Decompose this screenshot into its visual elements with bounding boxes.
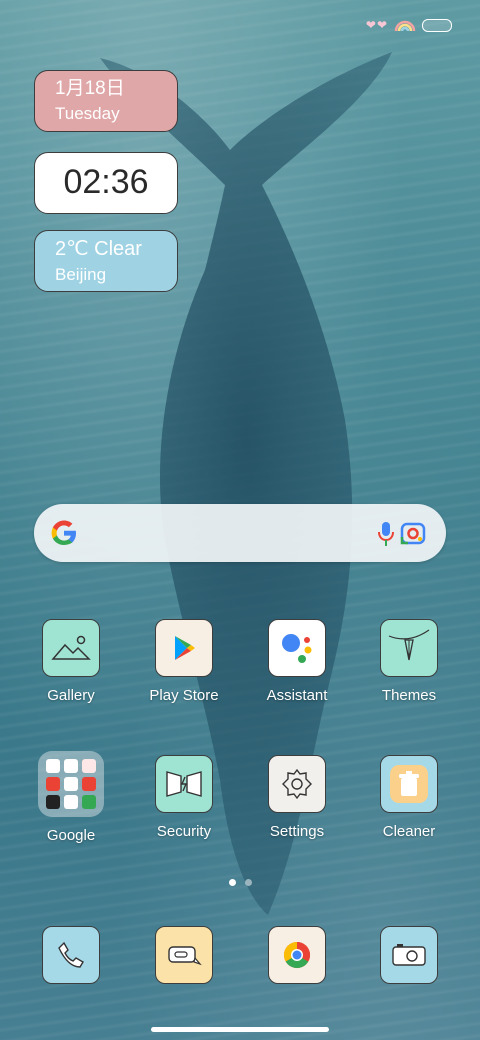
dock-chrome[interactable] bbox=[247, 926, 347, 984]
hearts-icon: ❤︎❤︎ bbox=[365, 18, 388, 32]
home-indicator[interactable] bbox=[151, 1027, 329, 1032]
google-mini-icon bbox=[46, 759, 60, 773]
google-g-icon bbox=[51, 520, 76, 545]
youtube-mini-icon bbox=[46, 777, 60, 791]
page-dot bbox=[245, 879, 252, 886]
app-security[interactable]: Security bbox=[134, 755, 234, 840]
messages-icon bbox=[155, 926, 213, 984]
app-play-store[interactable]: Play Store bbox=[134, 619, 234, 704]
weather-condition: 2℃ Clear bbox=[55, 238, 142, 260]
dock-camera[interactable] bbox=[359, 926, 459, 984]
dock-phone[interactable] bbox=[21, 926, 121, 984]
play-store-icon bbox=[155, 619, 213, 677]
weekday-text: Tuesday bbox=[55, 104, 120, 123]
page-indicator bbox=[229, 879, 252, 886]
app-assistant[interactable]: Assistant bbox=[247, 619, 347, 704]
folder-icon bbox=[38, 751, 104, 817]
assistant-icon bbox=[268, 619, 326, 677]
drive-mini-icon bbox=[64, 777, 78, 791]
app-label: Security bbox=[156, 823, 212, 840]
app-label: Cleaner bbox=[382, 823, 436, 840]
status-bar: ❤︎❤︎ bbox=[366, 18, 452, 32]
cleaner-icon bbox=[380, 755, 438, 813]
app-cleaner[interactable]: Cleaner bbox=[359, 755, 459, 840]
app-label: Gallery bbox=[47, 687, 95, 704]
app-label: Themes bbox=[381, 687, 437, 704]
date-text: 1月18日 bbox=[55, 78, 125, 99]
themes-icon bbox=[380, 619, 438, 677]
app-settings[interactable]: Settings bbox=[247, 755, 347, 840]
app-label: Google bbox=[46, 827, 96, 844]
maps-mini-icon bbox=[82, 759, 96, 773]
duo-mini-icon bbox=[46, 795, 60, 809]
phone-icon bbox=[42, 926, 100, 984]
app-label: Settings bbox=[269, 823, 325, 840]
battery-icon bbox=[422, 18, 452, 32]
google-search-bar[interactable] bbox=[34, 504, 446, 562]
page-dot-active bbox=[229, 879, 236, 886]
photos-mini-icon bbox=[64, 795, 78, 809]
camera-icon bbox=[380, 926, 438, 984]
play-movies-mini-icon bbox=[82, 777, 96, 791]
app-label: Assistant bbox=[266, 687, 328, 704]
weather-city: Beijing bbox=[55, 265, 107, 284]
weather-widget[interactable]: 2℃ Clear Beijing bbox=[34, 230, 178, 292]
app-gallery[interactable]: Gallery bbox=[21, 619, 121, 704]
security-icon bbox=[155, 755, 213, 813]
gmail-mini-icon bbox=[64, 759, 78, 773]
rainbow-icon bbox=[394, 20, 416, 32]
mic-icon[interactable] bbox=[378, 520, 394, 548]
files-mini-icon bbox=[82, 795, 96, 809]
clock-widget[interactable]: 02:36 bbox=[34, 152, 178, 214]
dock-messages[interactable] bbox=[134, 926, 234, 984]
chrome-icon bbox=[268, 926, 326, 984]
date-widget[interactable]: 1月18日 Tuesday bbox=[34, 70, 178, 132]
app-themes[interactable]: Themes bbox=[359, 619, 459, 704]
clock-time: 02:36 bbox=[63, 163, 149, 201]
app-google-folder[interactable]: Google bbox=[21, 751, 121, 844]
settings-icon bbox=[268, 755, 326, 813]
google-lens-icon[interactable] bbox=[400, 521, 426, 545]
gallery-icon bbox=[42, 619, 100, 677]
app-label: Play Store bbox=[149, 687, 219, 704]
